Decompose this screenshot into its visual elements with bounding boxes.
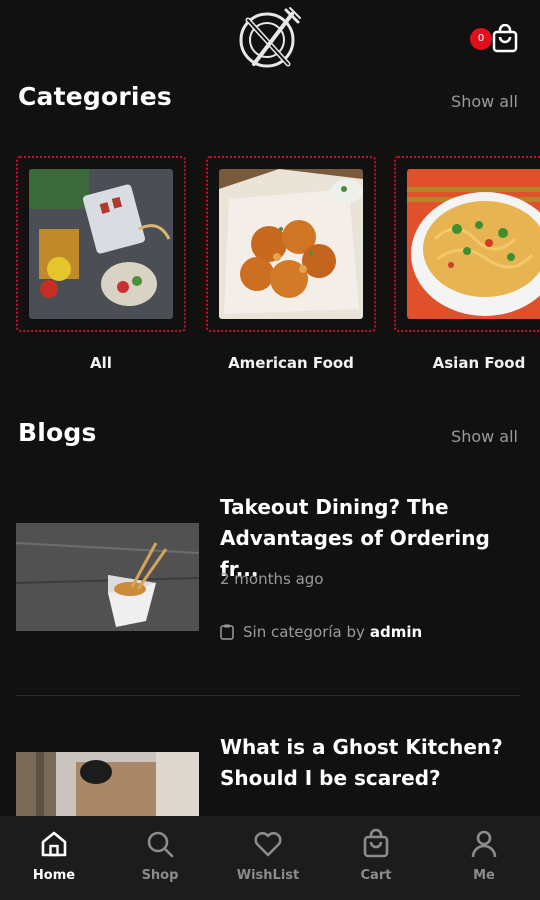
- nav-me[interactable]: Me: [430, 816, 538, 900]
- fried-chicken-photo: [219, 169, 363, 319]
- category-card-american-food[interactable]: American Food: [206, 156, 376, 372]
- nav-label: Shop: [141, 868, 179, 883]
- category-card-all[interactable]: All: [16, 156, 186, 372]
- blog-date: 2 months ago: [220, 570, 324, 588]
- user-icon: [471, 830, 497, 858]
- category-label: Asian Food: [432, 354, 526, 372]
- fresh-produce-photo: [29, 169, 173, 319]
- blog-title[interactable]: What is a Ghost Kitchen? Should I be sca…: [220, 732, 520, 794]
- nav-home[interactable]: Home: [0, 816, 108, 900]
- app-header: 0: [0, 0, 540, 76]
- cart-count-badge: 0: [470, 28, 492, 50]
- shopping-bag-icon: [363, 828, 389, 858]
- nav-label: Cart: [360, 868, 392, 883]
- category-label: American Food: [228, 354, 354, 372]
- home-icon: [41, 831, 67, 857]
- nav-cart[interactable]: Cart: [322, 816, 430, 900]
- noodles-bowl-photo: [407, 169, 540, 319]
- blogs-title: Blogs: [18, 418, 97, 447]
- heart-icon: [254, 831, 282, 857]
- nav-label: Home: [32, 868, 76, 883]
- clipboard-icon: [220, 624, 234, 640]
- category-frame: [394, 156, 540, 332]
- plate-fork-knife-icon[interactable]: [236, 6, 304, 70]
- nav-wishlist[interactable]: WishList: [214, 816, 322, 900]
- categories-show-all-link[interactable]: Show all: [451, 92, 518, 111]
- nav-shop[interactable]: Shop: [106, 816, 214, 900]
- bottom-navigation: Home Shop WishList Cart Me: [0, 816, 540, 900]
- blogs-show-all-link[interactable]: Show all: [451, 427, 518, 446]
- blog-divider: [16, 695, 520, 696]
- blog-author[interactable]: admin: [370, 623, 422, 641]
- shopping-bag-icon[interactable]: [490, 24, 520, 54]
- search-icon: [147, 831, 174, 858]
- blog-post-card[interactable]: What is a Ghost Kitchen? Should I be sca…: [16, 730, 526, 816]
- blog-meta: Sin categoría by admin: [220, 623, 422, 641]
- home-screen: 0 Categories Show all All American Food …: [0, 0, 540, 900]
- nav-label: Me: [473, 868, 495, 883]
- nav-label: WishList: [236, 868, 300, 883]
- categories-title: Categories: [18, 82, 172, 111]
- takeout-box-photo: [16, 523, 199, 631]
- blog-post-card[interactable]: Takeout Dining? The Advantages of Orderi…: [16, 490, 526, 650]
- delivery-bag-photo: [16, 752, 199, 816]
- blog-category: Sin categoría by: [243, 623, 365, 641]
- category-label: All: [90, 354, 112, 372]
- category-carousel[interactable]: All American Food Asian Food: [16, 156, 540, 376]
- category-card-asian-food[interactable]: Asian Food: [394, 156, 540, 372]
- category-frame: [206, 156, 376, 332]
- category-frame: [16, 156, 186, 332]
